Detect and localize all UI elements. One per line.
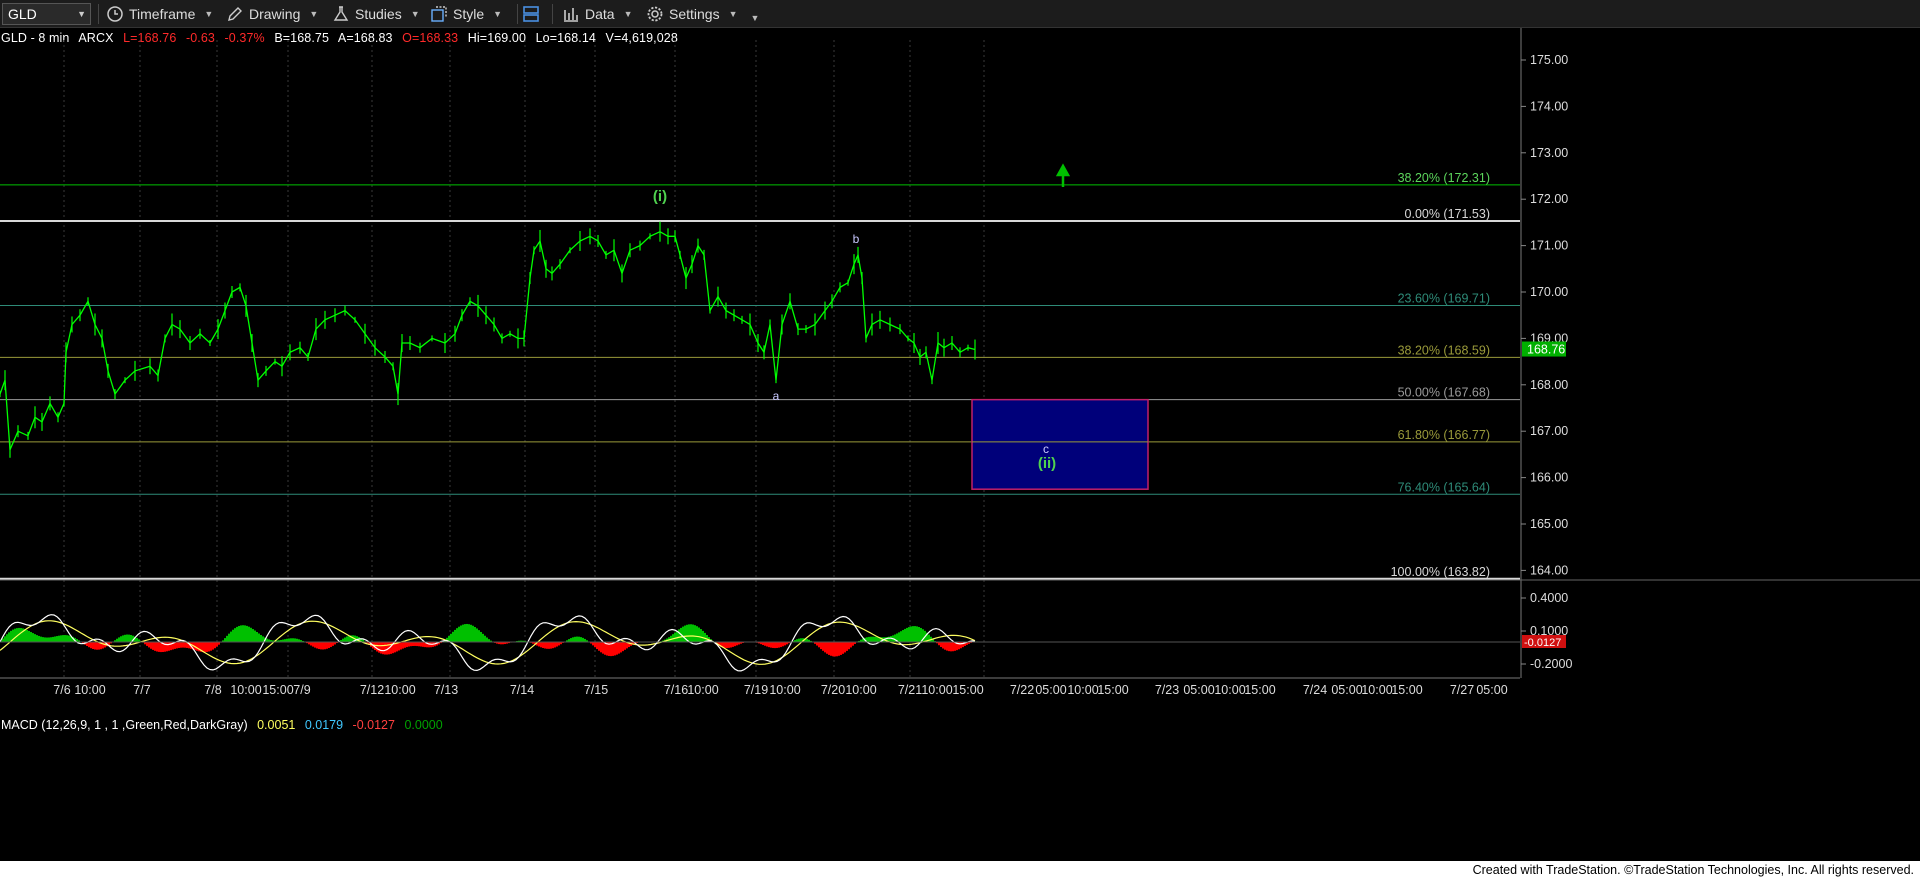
fib-label: 38.20% (168.59) (1398, 343, 1490, 357)
time-tick-label: 15:00 (1097, 683, 1128, 697)
time-tick-label: 15:00 (1391, 683, 1422, 697)
macd-info: MACD (12,26,9, 1 , 1 ,Green,Red,DarkGray… (1, 718, 449, 732)
footer: Created with TradeStation. ©TradeStation… (0, 861, 1920, 879)
macd-value-4: 0.0000 (404, 718, 443, 732)
time-tick-label: 7/6 (53, 683, 70, 697)
time-tick-label: 10:00 (769, 683, 800, 697)
fib-label: 100.00% (163.82) (1391, 565, 1490, 579)
wave-i-label: (i) (653, 188, 667, 205)
time-tick-label: 7/9 (293, 683, 310, 697)
time-tick-label: 7/24 (1303, 683, 1327, 697)
time-tick-label: 10:00 (1361, 683, 1392, 697)
time-tick-label: 10:00 (384, 683, 415, 697)
time-tick-label: 10:00 (1214, 683, 1245, 697)
macd-value-1: 0.0051 (257, 718, 296, 732)
copyright-text: Created with TradeStation. ©TradeStation… (1472, 863, 1914, 877)
target-box-layer (971, 398, 1149, 490)
fib-levels: 38.20% (172.31) 0.00% (171.53) 23.60% (169… (0, 171, 1520, 580)
time-tick-label: 10:00 (921, 683, 952, 697)
time-tick-label: 10:00 (1067, 683, 1098, 697)
target-box[interactable] (971, 398, 1149, 490)
fib-label: 61.80% (166.77) (1398, 428, 1490, 442)
price-tick-label: 166.00 (1530, 471, 1568, 485)
price-tick-label: 168.00 (1530, 378, 1568, 392)
time-tick-label: 05:00 (1476, 683, 1507, 697)
wave-a-label: a (773, 389, 780, 403)
time-tick-label: 7/22 (1010, 683, 1034, 697)
wave-b-label: b (853, 232, 860, 246)
time-tick-label: 7/8 (204, 683, 221, 697)
wave-c-label: c (1043, 442, 1049, 456)
price-tick-label: 165.00 (1530, 517, 1568, 531)
time-tick-label: 7/14 (510, 683, 534, 697)
time-tick-label: 7/27 (1450, 683, 1474, 697)
time-tick-label: 10:00 (230, 683, 261, 697)
fib-label: 76.40% (165.64) (1398, 480, 1490, 494)
up-arrow-icon (1055, 163, 1071, 187)
macd-tick-label: 0.4000 (1530, 591, 1568, 605)
time-tick-label: 7/12 (360, 683, 384, 697)
time-tick-label: 7/21 (898, 683, 922, 697)
time-tick-label: 7/19 (744, 683, 768, 697)
vertical-grid (63, 40, 985, 677)
price-tick-label: 170.00 (1530, 285, 1568, 299)
macd-label: MACD (12,26,9, 1 , 1 ,Green,Red,DarkGray… (1, 718, 248, 732)
time-tick-label: 10:00 (74, 683, 105, 697)
fib-label: 50.00% (167.68) (1398, 386, 1490, 400)
time-tick-label: 7/15 (584, 683, 608, 697)
price-tick-label: 173.00 (1530, 146, 1568, 160)
price-tick-label: 174.00 (1530, 99, 1568, 113)
wave-ii-label: (ii) (1038, 455, 1056, 472)
price-tick-label: 167.00 (1530, 424, 1568, 438)
fib-label: 38.20% (172.31) (1398, 171, 1490, 185)
price-line (0, 230, 976, 451)
time-tick-label: 7/13 (434, 683, 458, 697)
fib-label: 0.00% (171.53) (1405, 207, 1490, 221)
macd-value-3: -0.0127 (352, 718, 395, 732)
time-tick-label: 7/16 (664, 683, 688, 697)
time-tick-label: 10:00 (687, 683, 718, 697)
time-tick-label: 15:00 (952, 683, 983, 697)
price-tick-label: 171.00 (1530, 239, 1568, 253)
time-tick-label: 10:00 (845, 683, 876, 697)
time-tick-label: 05:00 (1331, 683, 1362, 697)
time-axis: 7/6 10:00 7/7 7/8 10:00 15:00 7/9 7/12 10:00 7/13… (0, 677, 1520, 697)
time-tick-label: 15:00 (1244, 683, 1275, 697)
price-series-layer (0, 221, 976, 458)
macd-tick-label: -0.2000 (1530, 657, 1572, 671)
macd-current-label: -0.0127 (1524, 637, 1561, 649)
time-tick-label: 7/23 (1155, 683, 1179, 697)
fib-label: 23.60% (169.71) (1398, 291, 1490, 305)
time-tick-label: 05:00 (1035, 683, 1066, 697)
current-price-label: 168.76 (1527, 343, 1565, 357)
price-tick-label: 175.00 (1530, 53, 1568, 67)
price-tick-label: 172.00 (1530, 192, 1568, 206)
time-tick-label: 7/20 (821, 683, 845, 697)
time-tick-label: 7/7 (133, 683, 150, 697)
price-tick-label: 164.00 (1530, 563, 1568, 577)
macd-value-2: 0.0179 (304, 718, 344, 732)
time-tick-label: 05:00 (1183, 683, 1214, 697)
time-tick-label: 15:00 (262, 683, 293, 697)
